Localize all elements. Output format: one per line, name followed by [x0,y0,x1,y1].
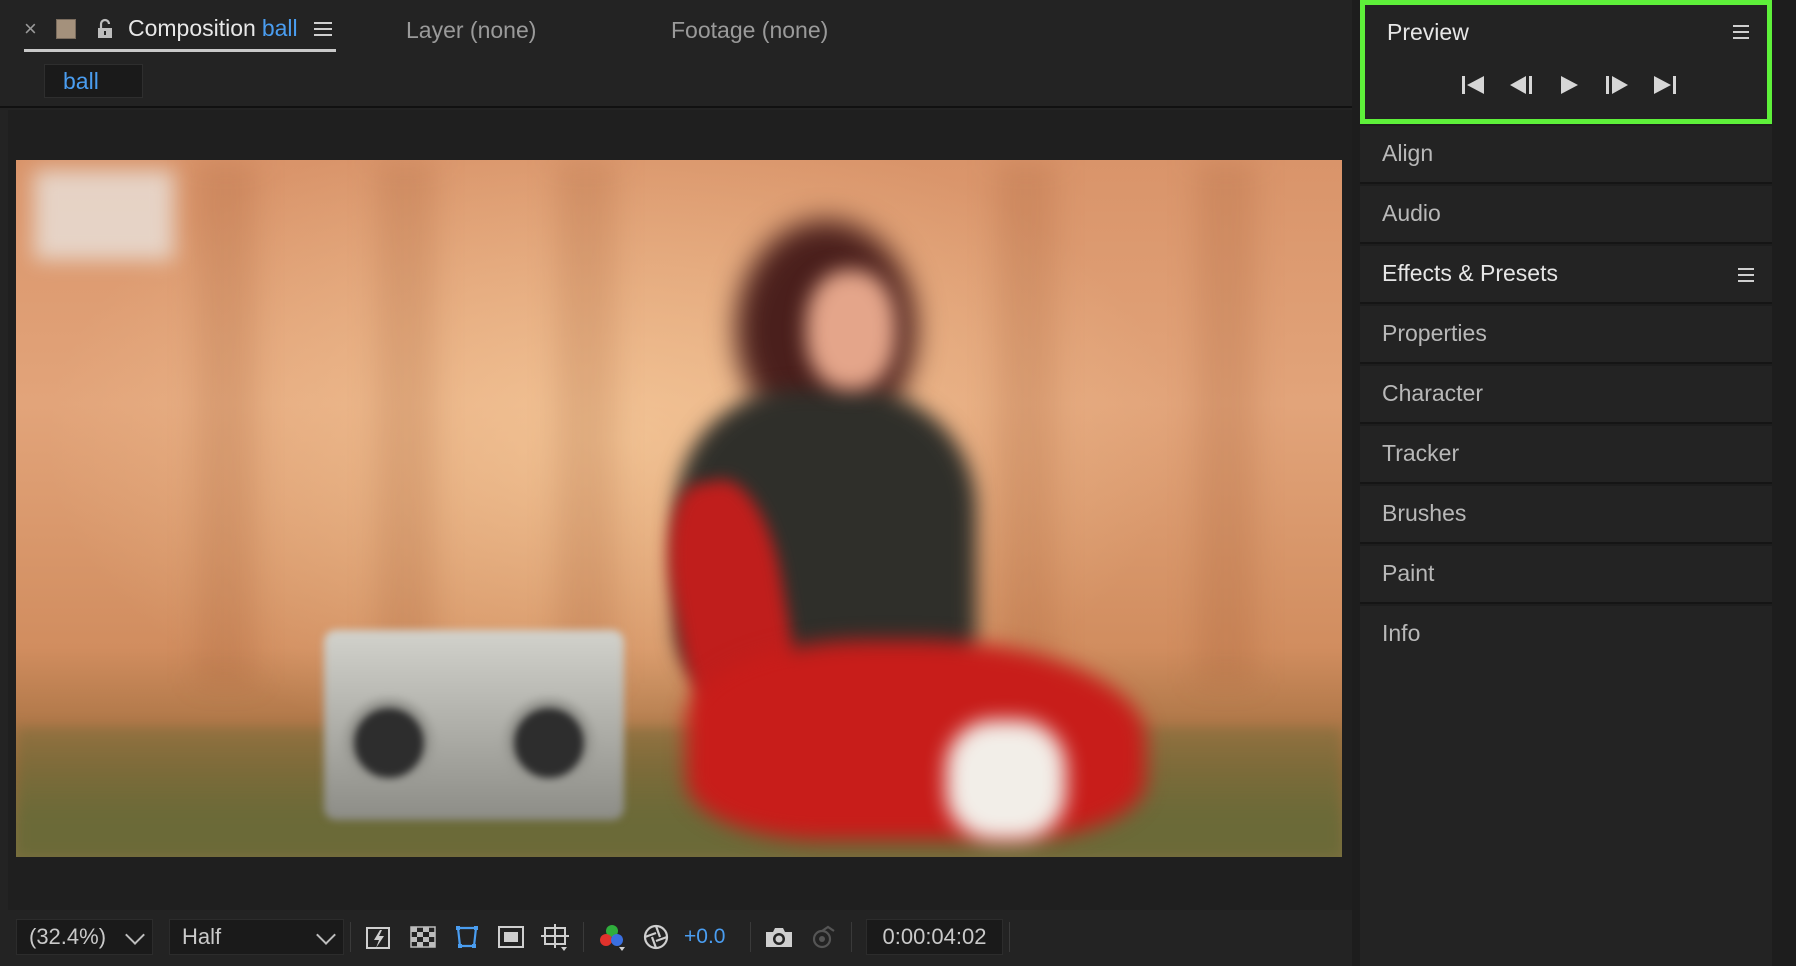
composition-frame-image [16,160,1342,857]
show-snapshot-icon[interactable] [805,919,841,955]
skip-to-start-icon [1462,76,1484,94]
lock-icon[interactable] [94,18,116,40]
preview-transport-controls [1455,73,1695,97]
panel-audio[interactable]: Audio [1360,186,1772,244]
current-time-field[interactable]: 0:00:04:02 [866,919,1003,955]
panel-label: Tracker [1382,440,1460,466]
resolution-select[interactable]: Half [169,919,344,955]
panel-menu-icon[interactable] [313,21,332,36]
panel-label: Effects & Presets [1382,260,1558,286]
panel-label: Character [1382,380,1483,406]
preview-panel: Preview [1360,0,1772,124]
empty-panel-area [1360,660,1772,966]
divider [750,922,751,952]
region-of-interest-icon[interactable] [493,919,529,955]
step-forward-icon [1606,76,1628,94]
divider [583,922,584,952]
magnification-select[interactable]: (32.4%) [16,919,153,955]
close-tab-icon[interactable]: × [24,16,42,42]
step-back-icon [1510,76,1532,94]
skip-to-end-icon [1654,76,1676,94]
tab-layer[interactable]: Layer (none) [406,14,536,46]
fast-previews-icon[interactable] [361,919,397,955]
panel-tab-bar: × Composition ball Layer (none) Footage … [0,0,1352,58]
composition-navigator: ball [0,58,1352,108]
color-management-icon[interactable] [638,919,674,955]
panel-brushes[interactable]: Brushes [1360,486,1772,544]
divider [851,922,852,952]
panel-info[interactable]: Info [1360,606,1772,664]
next-frame-button[interactable] [1599,73,1635,97]
viewer-toolbar: (32.4%) Half +0.0 0:00:04:02 [8,912,1352,962]
resolution-value: Half [182,924,222,949]
right-panels-column: Preview Align Audio Effects & Presets Pr… [1360,0,1796,966]
composition-chip[interactable]: ball [44,64,143,98]
last-frame-button[interactable] [1647,73,1683,97]
divider [1009,922,1010,952]
composition-panel: × Composition ball Layer (none) Footage … [0,0,1352,966]
panel-label: Info [1382,620,1421,646]
panel-menu-icon[interactable] [1733,25,1749,39]
panel-align[interactable]: Align [1360,126,1772,184]
color-channels-icon[interactable] [594,919,630,955]
panel-label: Audio [1382,200,1441,226]
transparency-grid-icon[interactable] [405,919,441,955]
panel-label: Properties [1382,320,1487,346]
guides-icon[interactable] [537,919,573,955]
panel-paint[interactable]: Paint [1360,546,1772,604]
panel-menu-icon[interactable] [1738,268,1754,282]
panel-character[interactable]: Character [1360,366,1772,424]
previous-frame-button[interactable] [1503,73,1539,97]
exposure-value[interactable]: +0.0 [684,925,744,949]
divider [350,922,351,952]
composition-viewer[interactable] [8,110,1352,910]
panel-properties[interactable]: Properties [1360,306,1772,364]
mask-visibility-icon[interactable] [449,919,485,955]
chevron-down-icon [316,925,336,945]
preview-panel-title[interactable]: Preview [1387,19,1469,46]
first-frame-button[interactable] [1455,73,1491,97]
panel-effects-presets[interactable]: Effects & Presets [1360,246,1772,304]
panel-label: Paint [1382,560,1435,586]
composition-tab-title: Composition [128,15,256,41]
panel-tracker[interactable]: Tracker [1360,426,1772,484]
composition-tab-name: ball [261,15,298,41]
label-color-icon[interactable] [56,18,76,39]
camera-icon[interactable] [761,919,797,955]
tab-footage[interactable]: Footage (none) [671,14,828,46]
panel-label: Brushes [1382,500,1467,526]
play-button[interactable] [1551,73,1587,97]
chevron-down-icon [125,925,145,945]
panel-label: Align [1382,140,1434,166]
tab-composition[interactable]: × Composition ball [24,12,336,52]
magnification-value: (32.4%) [29,924,107,949]
play-icon [1561,76,1578,94]
